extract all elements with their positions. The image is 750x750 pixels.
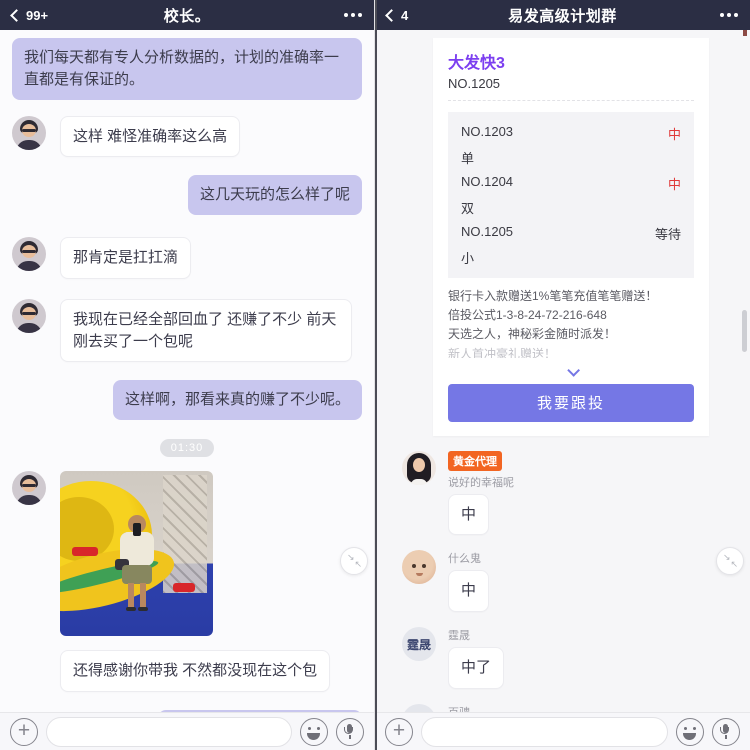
group-message-row: 什么鬼 中 [375,550,750,613]
member-name: 百骋 [448,704,624,712]
back-chevron-icon [385,9,398,22]
follow-bet-button[interactable]: 我要跟投 [448,383,694,422]
member-name: 说好的幸福呢 [448,476,514,489]
table-row: NO.1203 中 单 [461,124,681,167]
left-chat-header: 99+ 校长。 [0,0,374,30]
plan-results-table: NO.1203 中 单 NO.1204 中 双 NO.1205 等待 小 [448,112,694,278]
round-no: NO.1205 [461,224,514,239]
right-message-list[interactable]: 大发快3 NO.1205 NO.1203 中 单 NO.1204 中 双 NO.… [375,30,750,712]
game-name: 大发快3 [448,55,505,72]
message-bubble: 还得感谢你带我 不然都没现在这个包 [60,650,331,692]
expand-promo-control[interactable] [448,363,694,377]
message-row-outgoing: 这样啊，那看来真的赚了不少呢。 [0,380,374,420]
result-badge: 中 [667,127,681,142]
group-message-row: 黄金代理 说好的幸福呢 中 [375,450,750,536]
message-bubble: 中 [448,570,490,613]
message-row: 还得感谢你带我 不然都没现在这个包 [0,650,374,692]
collapse-arrow-icon: ↘ [723,552,731,562]
avatar[interactable] [12,471,46,505]
promo-line: 倍投公式1-3-8-24-72-216-648 [448,308,607,323]
back-button[interactable]: 4 [385,0,409,30]
member-badge: 黄金代理 [448,450,502,471]
member-name: 什么鬼 [448,553,481,566]
avatar[interactable] [12,237,46,271]
avatar[interactable] [12,115,46,150]
person-in-photo [115,515,157,627]
message-bubble: 中了 [448,647,505,689]
chat-title: 校长。 [163,7,211,25]
emoji-button[interactable] [676,717,704,746]
collapse-arrow-icon: ↖ [354,559,362,569]
pick-value: 双 [461,201,475,216]
message-row: 这样 难怪准确率这么高 [0,115,374,158]
scrollbar-mark [743,30,747,36]
attach-plus-button[interactable]: + [10,717,38,746]
voice-mic-button[interactable] [336,717,364,746]
message-bubble: 中 [448,493,490,536]
pick-value: 单 [461,151,475,166]
back-button[interactable]: 99+ [10,0,49,30]
back-chevron-icon [10,9,23,22]
voice-mic-button[interactable] [712,717,740,746]
avatar[interactable] [402,550,436,585]
current-round: NO.1205 [448,76,694,101]
message-row [0,471,374,636]
unread-count: 4 [401,7,409,23]
result-badge: 等待 [654,227,681,242]
pick-value: 小 [461,251,475,266]
more-menu-icon[interactable] [344,13,362,17]
message-row: 那肯定是扛扛滴 [0,237,374,279]
unread-count: 99+ [26,7,49,23]
message-bubble: 我们每天都有专人分析数据的，计划的准确率一直都是有保证的。 [12,38,362,100]
group-chat-panel: 4 易发高级计划群 大发快3 NO.1205 NO.1203 中 单 NO.12… [375,0,750,750]
member-name: 霆晟 [448,630,470,643]
message-row: 我现在已经全部回血了 还赚了不少 前天刚去买了一个包呢 [0,298,374,363]
message-input[interactable] [46,716,292,747]
message-row-outgoing: 这几天玩的怎么样了呢 [0,175,374,215]
group-message-row: 百骋 百骋 五连中，计划牛逼啊。 [375,703,750,712]
chat-title: 易发高级计划群 [508,7,617,25]
avatar[interactable] [402,450,436,485]
left-input-bar: + [0,712,374,750]
private-chat-panel: 99+ 校长。 我们每天都有专人分析数据的，计划的准确率一直都是有保证的。 这样… [0,0,375,750]
avatar[interactable] [12,298,46,333]
message-bubble: 那肯定是扛扛滴 [60,237,192,279]
message-bubble: 这样 难怪准确率这么高 [60,115,241,158]
round-no: NO.1204 [461,174,514,189]
right-chat-header: 4 易发高级计划群 [375,0,750,30]
collapse-arrow-icon: ↘ [347,552,355,562]
left-message-list[interactable]: 我们每天都有专人分析数据的，计划的准确率一直都是有保证的。 这样 难怪准确率这么… [0,30,374,712]
chevron-down-icon [566,363,580,377]
timestamp: 01:30 [159,439,215,457]
lottery-plan-card: 大发快3 NO.1205 NO.1203 中 单 NO.1204 中 双 NO.… [433,38,709,436]
group-message-row: 霆晟 霆晟 中了 [375,627,750,689]
dual-chat-screens: 99+ 校长。 我们每天都有专人分析数据的，计划的准确率一直都是有保证的。 这样… [0,0,750,750]
message-bubble: 我现在已经全部回血了 还赚了不少 前天刚去买了一个包呢 [60,298,352,363]
promo-line: 天选之人，神秘彩金随时派发！ [448,327,617,342]
avatar[interactable]: 百骋 [402,703,436,712]
right-input-bar: + [375,712,750,750]
attach-plus-button[interactable]: + [385,717,413,746]
avatar[interactable]: 霆晟 [402,627,436,662]
message-bubble: 这样啊，那看来真的赚了不少呢。 [112,380,362,420]
round-no: NO.1203 [461,124,514,139]
promo-line: 新人首冲豪礼赠送！ [448,346,557,358]
promo-line: 银行卡入款赠送1%笔笔充值笔笔赠送！ [448,289,658,303]
more-menu-icon[interactable] [720,13,738,17]
collapse-arrow-icon: ↖ [730,559,738,569]
timestamp-row: 01:30 [0,438,374,457]
message-input[interactable] [421,716,668,747]
table-row: NO.1205 等待 小 [461,224,681,267]
scrollbar-thumb[interactable] [742,310,747,352]
result-badge: 中 [667,177,681,192]
emoji-button[interactable] [300,717,328,746]
photo-message[interactable] [60,471,213,636]
collapse-window-button[interactable]: ↘ ↖ [340,547,368,575]
message-bubble: 这几天玩的怎么样了呢 [187,175,362,215]
promo-text: 银行卡入款赠送1%笔笔充值笔笔赠送！ 倍投公式1-3-8-24-72-216-6… [448,287,694,358]
table-row: NO.1204 中 双 [461,174,681,217]
collapse-window-button[interactable]: ↘ ↖ [716,547,744,575]
